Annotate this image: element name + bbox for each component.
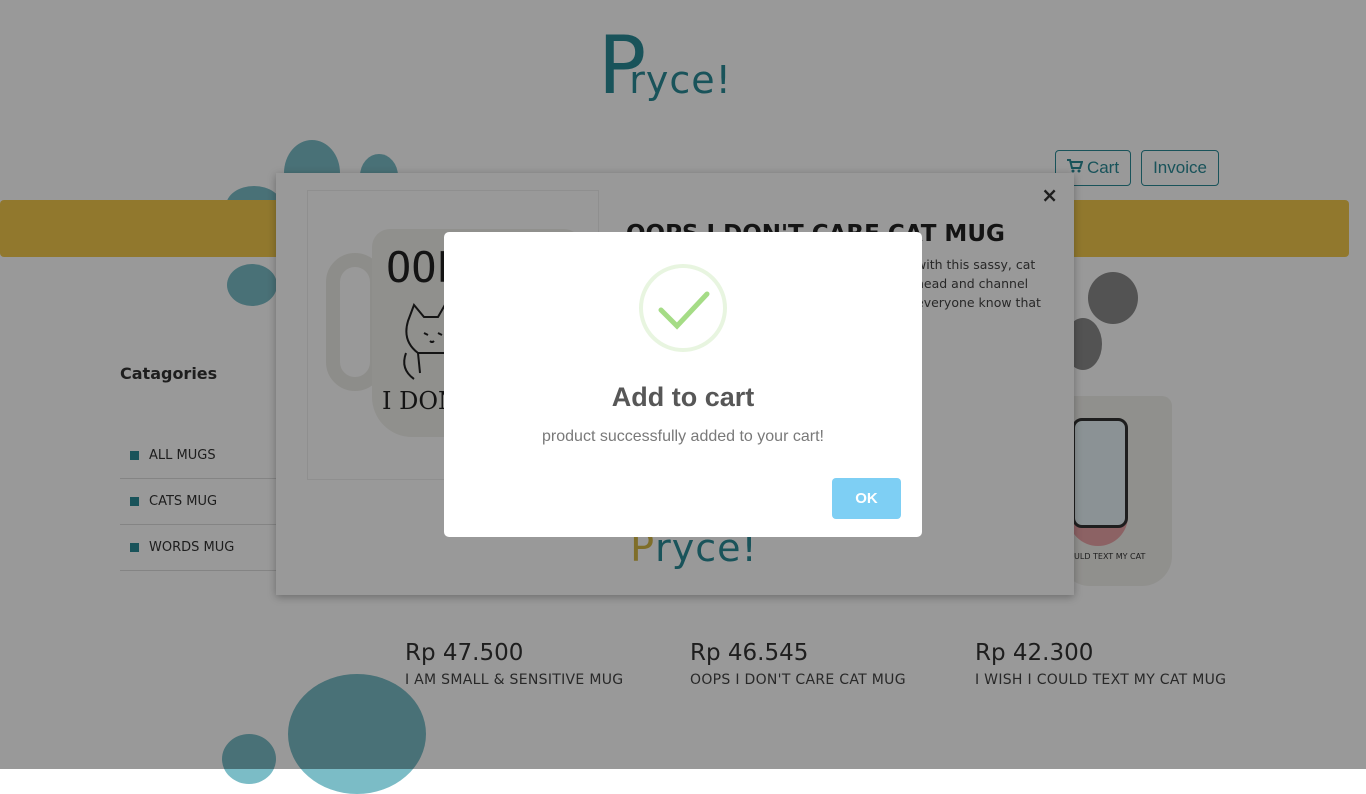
add-to-cart-dialog: Add to cart product successfully added t… <box>444 232 922 537</box>
ok-button[interactable]: OK <box>832 478 901 519</box>
dialog-message: product successfully added to your cart! <box>542 428 824 445</box>
success-check-icon <box>639 264 727 352</box>
dialog-title: Add to cart <box>611 382 755 412</box>
